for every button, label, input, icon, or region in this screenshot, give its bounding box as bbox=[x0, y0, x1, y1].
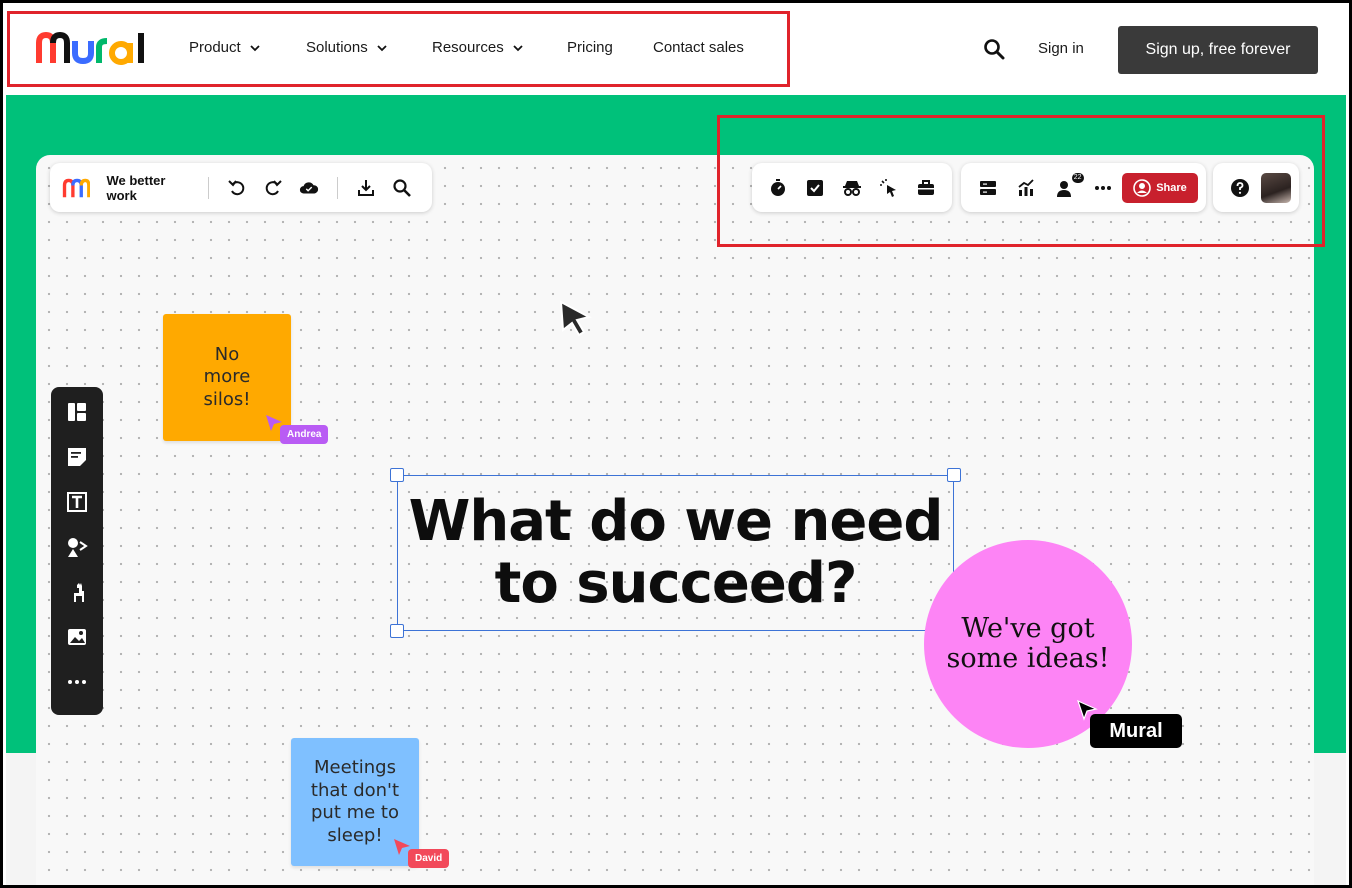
selected-text-box[interactable]: What do we need to succeed? bbox=[390, 468, 961, 638]
cursor-arrow-icon bbox=[559, 300, 592, 337]
toolbar-divider bbox=[208, 176, 210, 199]
sign-in-link[interactable]: Sign in bbox=[1038, 40, 1084, 57]
sticky-text-line: sleep! bbox=[327, 824, 383, 846]
search-icon[interactable] bbox=[983, 38, 1005, 60]
sticky-text-line: put me to bbox=[310, 802, 399, 823]
sign-up-button[interactable]: Sign up, free forever bbox=[1118, 26, 1318, 74]
sticky-text-line: that don't bbox=[310, 779, 400, 801]
heading-line: What do we need bbox=[408, 489, 944, 554]
image-icon[interactable] bbox=[65, 625, 89, 648]
collaborator-name-tag: David bbox=[408, 849, 450, 868]
sticky-text-line: more bbox=[203, 366, 251, 388]
sticky-text-line: Meetings bbox=[314, 757, 396, 778]
cloud-saved-icon[interactable] bbox=[299, 177, 319, 199]
toolbar-divider bbox=[337, 176, 338, 199]
collaborator-cursor-david: David bbox=[392, 837, 450, 868]
download-icon[interactable] bbox=[356, 177, 376, 199]
shapes-icon[interactable] bbox=[65, 536, 89, 559]
board-top-toolbar: We better work bbox=[50, 163, 432, 212]
search-icon[interactable] bbox=[392, 177, 412, 199]
redo-icon[interactable] bbox=[263, 177, 283, 199]
annotation-highlight-toolbar bbox=[717, 115, 1325, 247]
collaborator-name-tag: Andrea bbox=[280, 425, 329, 444]
text-icon[interactable] bbox=[65, 491, 89, 514]
resize-handle[interactable] bbox=[947, 468, 961, 482]
circle-text-line: some ideas! bbox=[946, 643, 1110, 674]
board-name[interactable]: We better work bbox=[106, 173, 184, 203]
mural-name-tag: Mural bbox=[1090, 714, 1182, 748]
resize-handle[interactable] bbox=[390, 468, 404, 482]
mural-board-canvas[interactable]: We better work 22 Share No more silos! A… bbox=[36, 155, 1314, 888]
more-icon[interactable] bbox=[65, 670, 89, 693]
mural-mini-logo[interactable] bbox=[62, 175, 91, 201]
sticky-note-icon[interactable] bbox=[65, 446, 89, 469]
circle-text-line: We've got bbox=[961, 613, 1095, 644]
collaborator-cursor-andrea: Andrea bbox=[264, 413, 329, 444]
heading-line: to succeed? bbox=[494, 551, 858, 616]
templates-icon[interactable] bbox=[65, 401, 89, 424]
board-side-toolbar bbox=[51, 387, 103, 715]
resize-handle[interactable] bbox=[390, 624, 404, 638]
sticky-text-line: No bbox=[214, 343, 240, 365]
llama-icon[interactable] bbox=[65, 580, 89, 603]
undo-icon[interactable] bbox=[227, 177, 247, 199]
sticky-text-line: silos! bbox=[203, 388, 251, 410]
annotation-highlight-nav bbox=[7, 11, 790, 87]
